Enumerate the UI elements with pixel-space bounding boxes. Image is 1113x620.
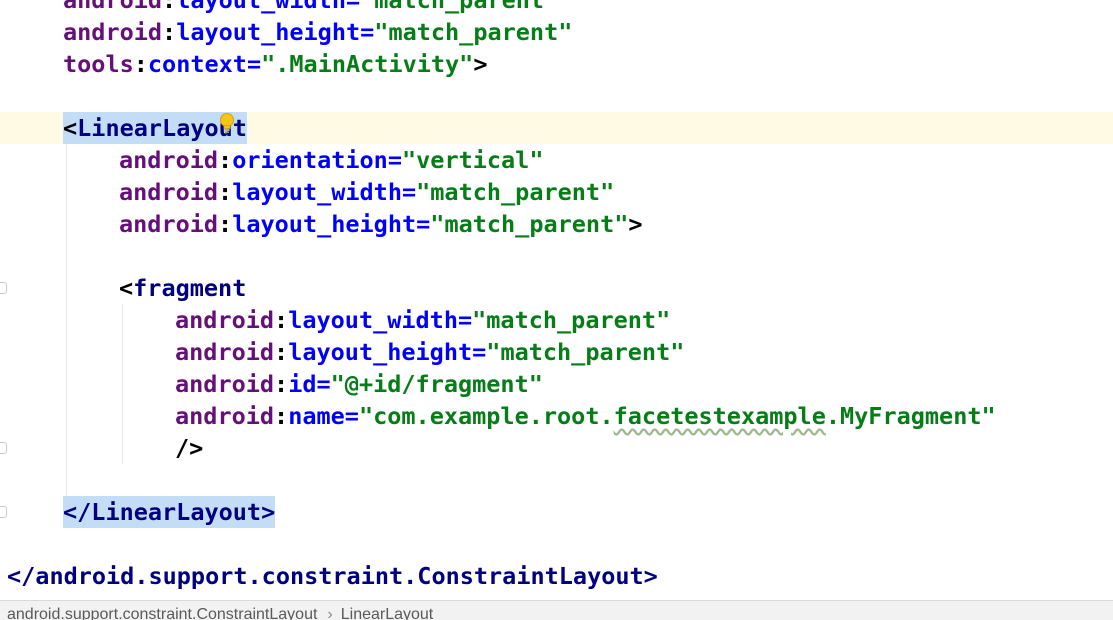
tag-open-bracket: < (63, 114, 78, 142)
code-line[interactable]: android:layout_width="match_parent" (0, 176, 1113, 208)
attribute-name: orientation (232, 146, 388, 174)
attribute-value: "@+id/fragment" (330, 370, 543, 398)
namespace: android (119, 178, 219, 206)
namespace: android (175, 338, 275, 366)
attribute-value: ".MainActivity" (261, 50, 474, 78)
attribute-value: "match_parent" (360, 0, 559, 14)
code-line[interactable]: android:layout_width="match_parent" (0, 304, 1113, 336)
attribute-name: context (147, 50, 247, 78)
tag-open-bracket: < (119, 274, 134, 302)
tag-close: > (473, 50, 488, 78)
attribute-name: layout_height (232, 210, 417, 238)
attribute-value: "match_parent" (472, 306, 671, 334)
code-editor[interactable]: android:layout_width="match_parent" andr… (0, 0, 1113, 600)
attribute-value: "com.example.root.facetestexample.MyFrag… (359, 402, 996, 430)
closing-tag: </LinearLayout> (63, 496, 276, 528)
namespace: android (119, 146, 219, 174)
code-line[interactable]: android:name="com.example.root.faceteste… (0, 400, 1113, 432)
attribute-name: id (288, 370, 317, 398)
attribute-name: layout_width (176, 0, 346, 14)
attribute-name: layout_height (176, 18, 361, 46)
attribute-name: layout_width (288, 306, 458, 334)
breadcrumb: android.support.constraint.ConstraintLay… (0, 600, 1113, 620)
attribute-name: layout_height (288, 338, 473, 366)
self-closing-tag: /> (175, 434, 204, 462)
tag-close: > (628, 210, 643, 238)
breadcrumb-item[interactable]: android.support.constraint.ConstraintLay… (7, 606, 317, 620)
lightbulb-icon[interactable] (219, 113, 235, 135)
code-line[interactable]: </android.support.constraint.ConstraintL… (0, 560, 1113, 592)
attribute-value: "match_parent" (430, 210, 629, 238)
attribute-value: "vertical" (402, 146, 544, 174)
namespace: android (63, 0, 163, 14)
code-line[interactable]: </LinearLayout> (0, 496, 1113, 528)
attribute-value: "match_parent" (416, 178, 615, 206)
namespace: tools (63, 50, 134, 78)
attribute-name: layout_width (232, 178, 402, 206)
code-line[interactable]: android:layout_width="match_parent" (0, 0, 1113, 16)
namespace: android (175, 370, 275, 398)
code-line[interactable]: /> (0, 432, 1113, 464)
breadcrumb-separator: › (327, 606, 333, 620)
code-line[interactable]: android:id="@+id/fragment" (0, 368, 1113, 400)
code-line[interactable]: tools:context=".MainActivity"> (0, 48, 1113, 80)
attribute-value-part: "com.example.root. (358, 402, 614, 430)
breadcrumb-item[interactable]: LinearLayout (341, 606, 434, 620)
code-line[interactable]: android:layout_height="match_parent" (0, 16, 1113, 48)
typo-warning-word[interactable]: facetestexample (614, 402, 826, 430)
code-line[interactable]: android:layout_height="match_parent" (0, 336, 1113, 368)
code-line[interactable]: <fragment (0, 272, 1113, 304)
code-line-current[interactable]: <LinearLayout (0, 112, 1113, 144)
code-line[interactable]: android:layout_height="match_parent"> (0, 208, 1113, 240)
attribute-value-part: .MyFragment" (825, 402, 996, 430)
closing-tag: </android.support.constraint.ConstraintL… (7, 562, 658, 590)
tag-name: fragment (133, 274, 247, 302)
namespace: android (175, 402, 275, 430)
attribute-name: name (288, 402, 345, 430)
attribute-value: "match_parent" (374, 18, 573, 46)
attribute-value: "match_parent" (486, 338, 685, 366)
code-line[interactable]: android:orientation="vertical" (0, 144, 1113, 176)
namespace: android (119, 210, 219, 238)
namespace: android (175, 306, 275, 334)
namespace: android (63, 18, 163, 46)
